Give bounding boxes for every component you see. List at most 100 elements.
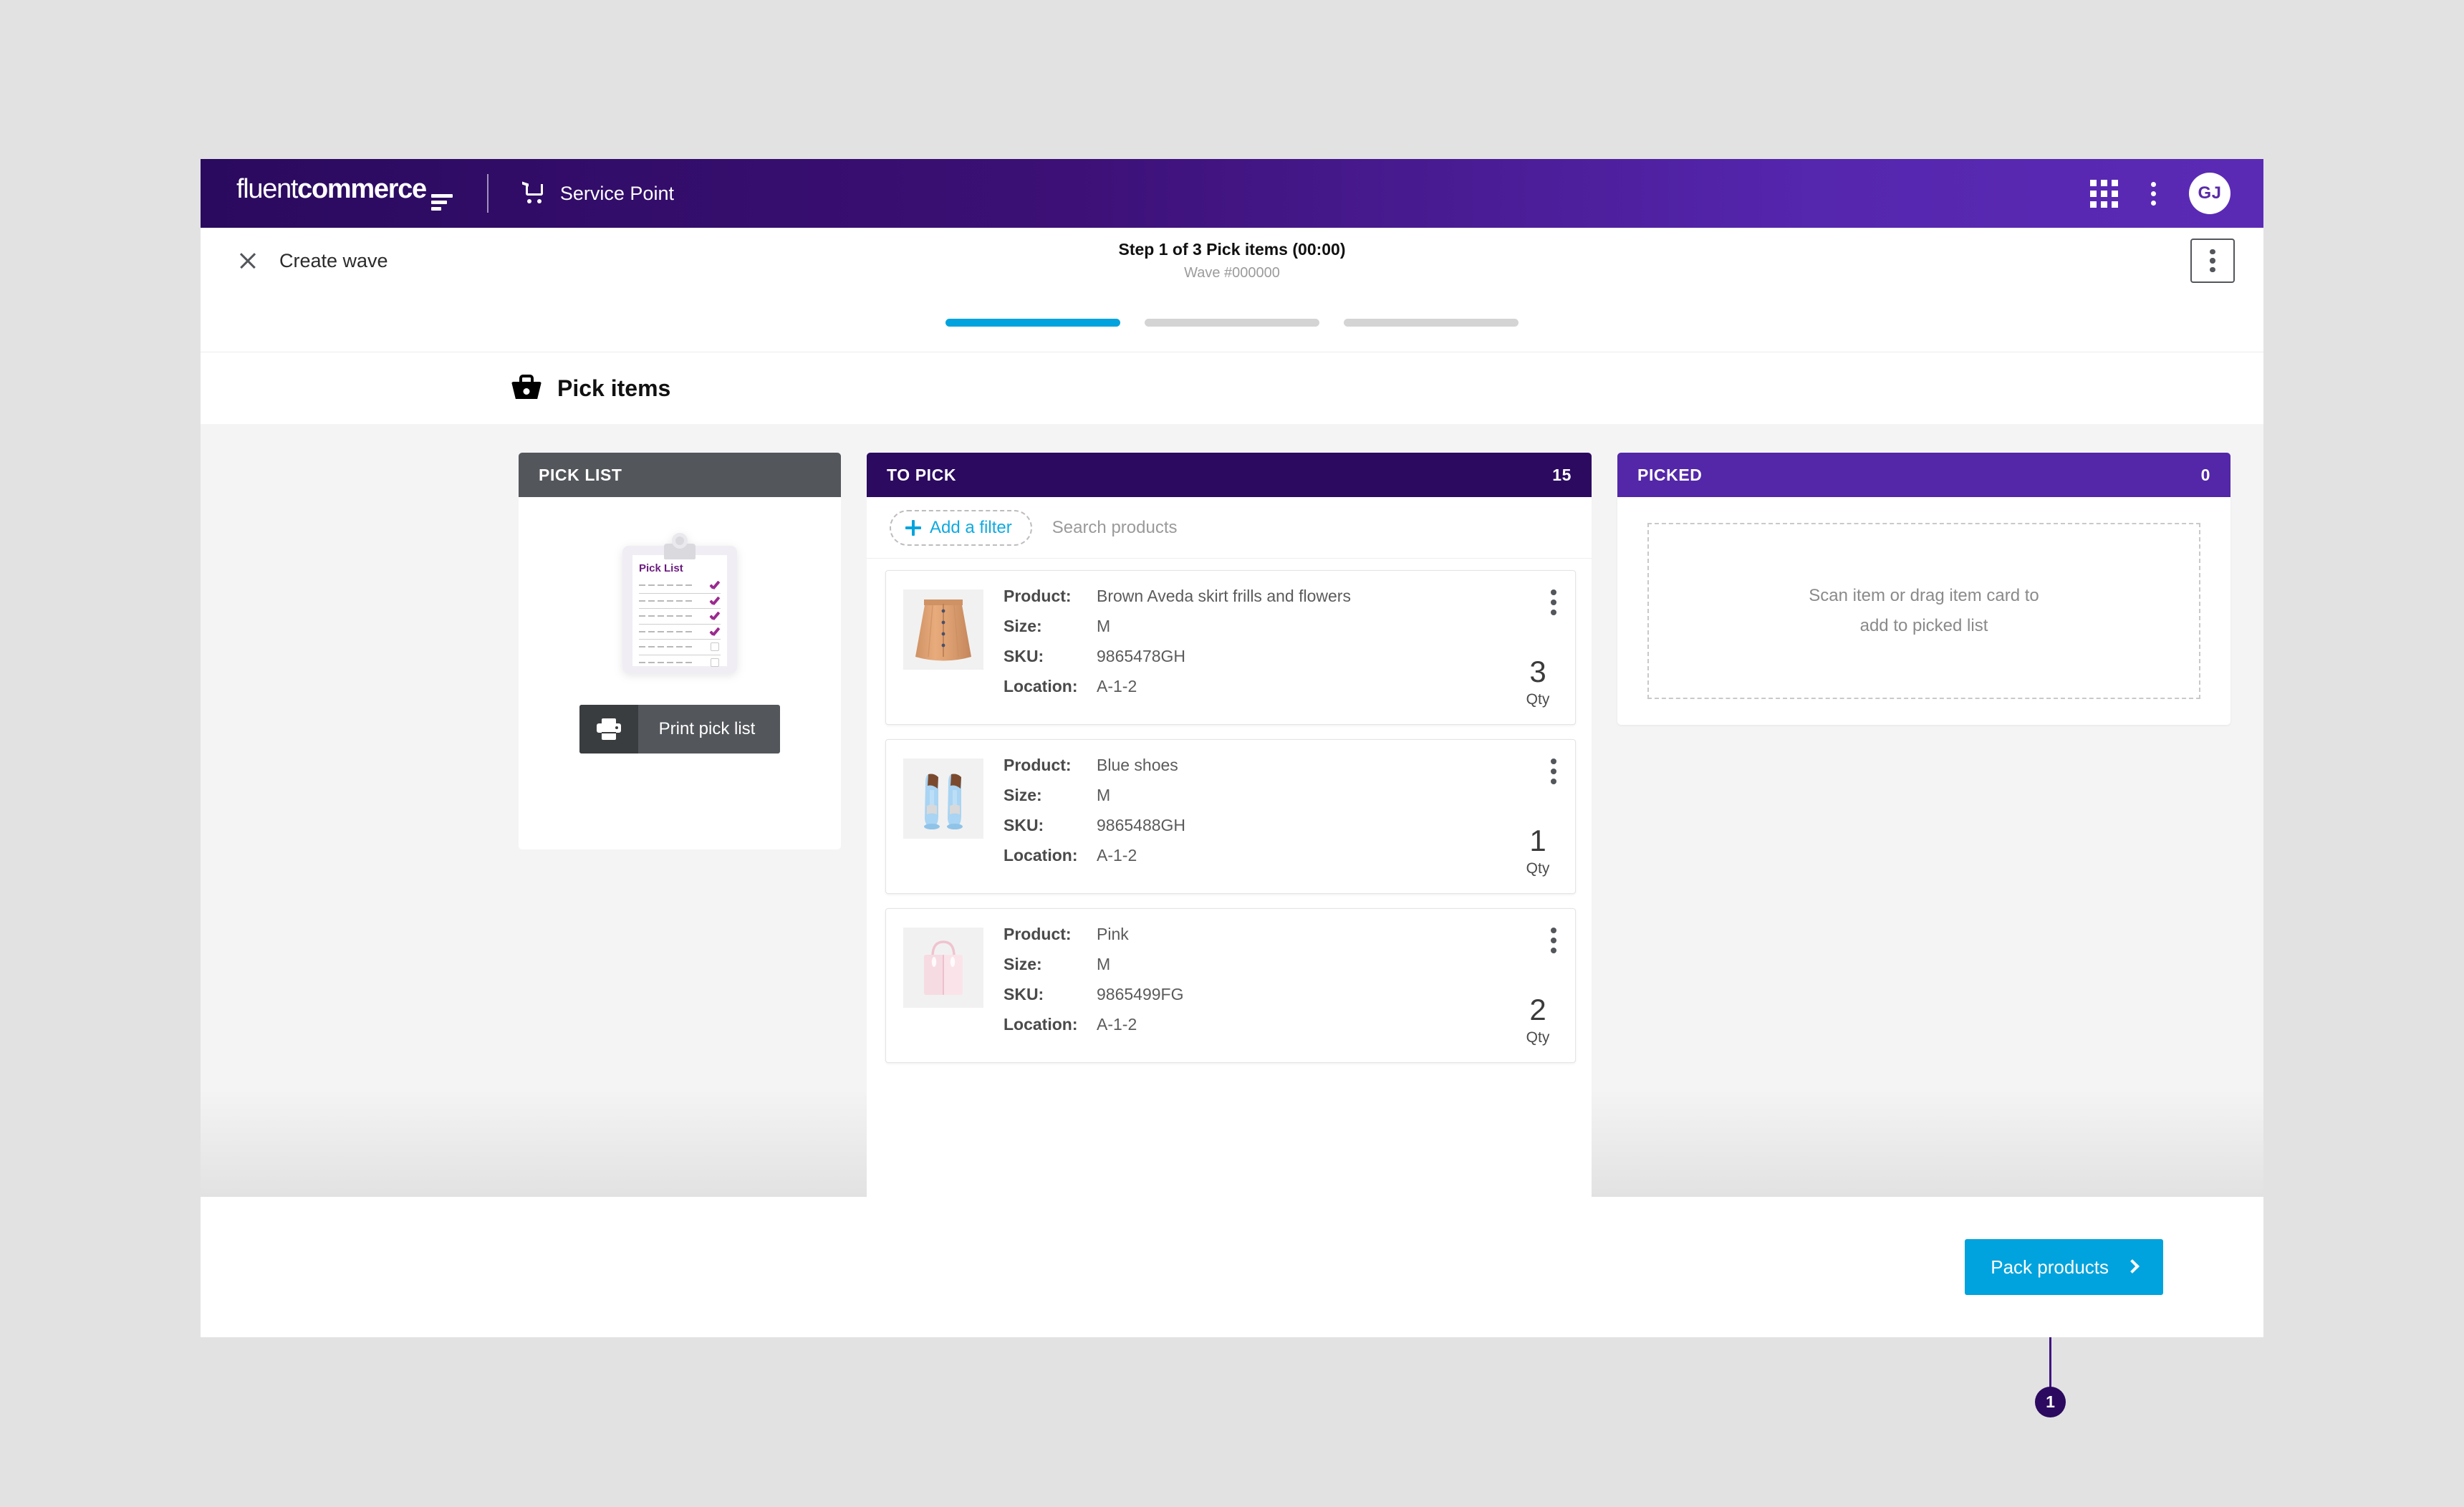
clipboard-paper-title: Pick List xyxy=(639,562,683,574)
to-pick-item-card[interactable]: Product: Brown Aveda skirt frills and flo… xyxy=(885,570,1576,725)
size-label: Size: xyxy=(1004,786,1042,804)
quantity-label: Qty xyxy=(1526,1029,1550,1046)
blue-shoes-thumbnail xyxy=(903,759,983,839)
location-label: Location: xyxy=(1004,677,1078,695)
product-value: Blue shoes xyxy=(1097,756,1178,774)
pack-products-label: Pack products xyxy=(1991,1256,2109,1278)
location-value: A-1-2 xyxy=(1097,677,1137,695)
page-title: Create wave xyxy=(279,249,388,271)
filter-toolbar: Add a filter xyxy=(867,497,1592,559)
header-more-vertical-icon[interactable] xyxy=(2151,181,2156,206)
picked-panel: PICKED 0 Scan item or drag item card to … xyxy=(1617,453,2230,1197)
pink-handbag-thumbnail xyxy=(903,928,983,1008)
location-value: A-1-2 xyxy=(1097,1015,1137,1034)
size-value: M xyxy=(1097,786,1111,804)
wizard-header: Create wave Step 1 of 3 Pick items (00:0… xyxy=(201,228,2263,294)
close-icon[interactable] xyxy=(234,246,262,275)
print-pick-list-button[interactable]: Print pick list xyxy=(579,705,780,754)
to-pick-count-badge: 15 xyxy=(1552,465,1572,484)
pick-list-clipboard-illustration: Pick List xyxy=(622,533,737,673)
logo-bars-icon xyxy=(430,194,453,211)
add-a-filter-button[interactable]: Add a filter xyxy=(890,509,1032,546)
item-quantity: 3 Qty xyxy=(1518,657,1558,708)
dropzone-line-1: Scan item or drag item card to xyxy=(1809,586,2039,605)
size-value: M xyxy=(1097,617,1111,635)
dropzone-line-2: add to picked list xyxy=(1859,616,1988,635)
search-input[interactable] xyxy=(1051,517,1353,538)
header-divider xyxy=(486,174,489,213)
item-fields: Product: Brown Aveda skirt frills and flo… xyxy=(1004,587,1559,696)
print-pick-list-label: Print pick list xyxy=(658,719,756,738)
shopping-cart-icon xyxy=(521,181,546,204)
sku-label: SKU: xyxy=(1004,985,1044,1003)
quantity-value: 1 xyxy=(1529,824,1546,857)
picked-count-badge: 0 xyxy=(2200,465,2210,484)
pick-list-panel: PICK LIST Pick List Print pick list xyxy=(519,453,841,1197)
to-pick-item-card[interactable]: Product: Blue shoes Size: M SKU: 9865488GH … xyxy=(885,739,1576,894)
picked-dropzone[interactable]: Scan item or drag item card to add to pi… xyxy=(1647,523,2200,699)
wizard-overflow-menu-button[interactable] xyxy=(2190,239,2235,283)
item-quantity: 2 Qty xyxy=(1518,995,1558,1046)
size-value: M xyxy=(1097,955,1111,973)
checkmark-icon xyxy=(709,580,721,590)
header-actions: GJ xyxy=(2090,173,2230,214)
quantity-value: 2 xyxy=(1529,993,1546,1026)
wizard-footer: Pack products xyxy=(201,1197,2263,1337)
application-window: fluentcommerce Service Point GJ Create w… xyxy=(201,159,2263,1337)
apps-grid-icon[interactable] xyxy=(2090,179,2118,208)
service-point-nav-item[interactable]: Service Point xyxy=(521,181,674,205)
pick-list-panel-title: PICK LIST xyxy=(539,465,622,484)
item-more-vertical-icon[interactable] xyxy=(1551,928,1556,953)
item-fields: Product: Pink Size: M SKU: 9865499FG Locati… xyxy=(1004,925,1559,1034)
printer-icon xyxy=(579,705,638,754)
section-header: Pick items xyxy=(201,352,2263,424)
logo-text-bold: commerce xyxy=(297,174,427,204)
item-more-vertical-icon[interactable] xyxy=(1551,759,1556,784)
logo-wordmark: fluentcommerce xyxy=(236,174,427,205)
item-more-vertical-icon[interactable] xyxy=(1551,589,1556,615)
fluent-commerce-logo[interactable]: fluentcommerce xyxy=(236,174,453,213)
step-bar-1[interactable] xyxy=(945,319,1120,327)
step-bar-2[interactable] xyxy=(1145,319,1319,327)
checkmark-icon xyxy=(709,627,721,637)
brown-skirt-thumbnail xyxy=(903,589,983,670)
to-pick-item-list[interactable]: Product: Brown Aveda skirt frills and flo… xyxy=(867,559,1592,1197)
empty-checkbox-icon xyxy=(711,642,719,652)
product-value: Pink xyxy=(1097,925,1129,943)
sku-value: 9865478GH xyxy=(1097,647,1186,665)
size-label: Size: xyxy=(1004,955,1042,973)
step-indicator: Step 1 of 3 Pick items (00:00) Wave #000… xyxy=(1118,239,1345,283)
product-value: Brown Aveda skirt frills and flowers xyxy=(1097,587,1351,605)
item-quantity: 1 Qty xyxy=(1518,826,1558,877)
to-pick-item-card[interactable]: Product: Pink Size: M SKU: 9865499FG Locati… xyxy=(885,908,1576,1063)
add-a-filter-label: Add a filter xyxy=(930,517,1012,537)
empty-checkbox-icon xyxy=(711,658,719,668)
product-label: Product: xyxy=(1004,925,1072,943)
to-pick-panel: TO PICK 15 Add a filter Search products … xyxy=(867,453,1592,1197)
checkmark-icon xyxy=(709,596,721,606)
pack-products-button[interactable]: Pack products xyxy=(1965,1239,2163,1295)
plus-icon xyxy=(905,519,921,536)
pick-list-panel-body: Pick List Print pick list xyxy=(519,497,841,849)
product-label: Product: xyxy=(1004,587,1072,605)
checkmark-icon xyxy=(709,611,721,621)
product-label: Product: xyxy=(1004,756,1072,774)
progress-stepper xyxy=(201,294,2263,352)
size-label: Size: xyxy=(1004,617,1042,635)
basket-icon xyxy=(511,375,542,402)
quantity-label: Qty xyxy=(1526,691,1550,708)
location-label: Location: xyxy=(1004,846,1078,865)
logo-text-light: fluent xyxy=(236,174,298,204)
pick-list-panel-header: PICK LIST xyxy=(519,453,841,497)
service-point-label: Service Point xyxy=(559,182,674,204)
to-pick-panel-title: TO PICK xyxy=(887,465,957,484)
callout-badge-1: 1 xyxy=(2035,1387,2066,1417)
wave-number: Wave #000000 xyxy=(1184,265,1280,281)
location-value: A-1-2 xyxy=(1097,846,1137,865)
item-fields: Product: Blue shoes Size: M SKU: 9865488GH … xyxy=(1004,756,1559,865)
step-bar-3[interactable] xyxy=(1344,319,1519,327)
section-title: Pick items xyxy=(557,375,671,401)
sku-label: SKU: xyxy=(1004,647,1044,665)
step-text: Step 1 of 3 Pick items (00:00) xyxy=(1118,239,1346,259)
avatar[interactable]: GJ xyxy=(2189,173,2230,214)
